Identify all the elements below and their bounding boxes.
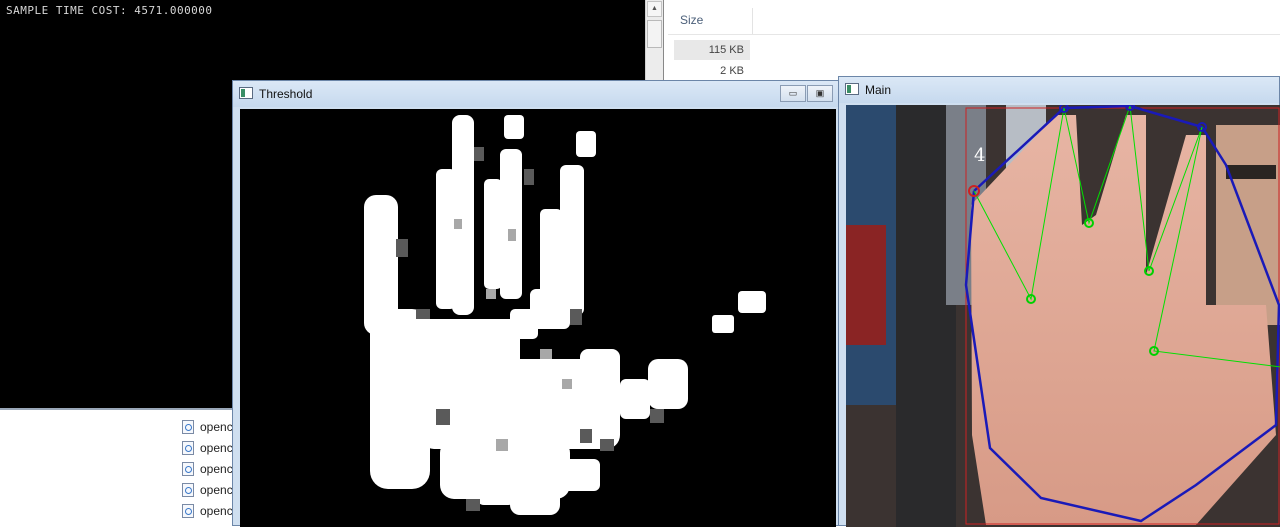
- hand-tracking-overlay: 4: [846, 105, 1280, 527]
- finger-count-label: 4: [974, 145, 985, 166]
- explorer-column-header: Size: [668, 8, 1280, 35]
- file-icon: [182, 483, 194, 497]
- file-icon: [182, 420, 194, 434]
- file-icon: [182, 462, 194, 476]
- window-icon: [239, 87, 253, 99]
- threshold-titlebar[interactable]: Threshold ▭ ▣: [233, 81, 841, 107]
- file-size-cell: 2 KB: [720, 65, 744, 77]
- threshold-window[interactable]: Threshold ▭ ▣: [232, 80, 842, 527]
- column-separator: [752, 8, 753, 34]
- size-column-header[interactable]: Size: [680, 13, 703, 27]
- scrollbar-thumb[interactable]: [647, 20, 662, 48]
- minimize-button[interactable]: ▭: [780, 85, 806, 102]
- file-size-cell: 115 KB: [674, 40, 750, 60]
- main-window[interactable]: Main 4: [838, 76, 1280, 527]
- scroll-up-icon[interactable]: ▲: [647, 1, 662, 17]
- file-name: openc: [200, 420, 233, 434]
- threshold-image: [240, 109, 836, 527]
- binary-hand-mask: [240, 109, 836, 527]
- console-output: SAMPLE TIME COST: 4571.000000: [6, 4, 213, 17]
- restore-button[interactable]: ▣: [807, 85, 833, 102]
- file-icon: [182, 504, 194, 518]
- window-title: Main: [865, 83, 892, 97]
- file-name: openc: [200, 504, 233, 518]
- window-icon: [845, 83, 859, 95]
- file-name: openc: [200, 462, 233, 476]
- window-title: Threshold: [259, 87, 313, 101]
- file-name: openc: [200, 483, 233, 497]
- file-name: openc: [200, 441, 233, 455]
- main-titlebar[interactable]: Main: [839, 77, 1279, 103]
- file-icon: [182, 441, 194, 455]
- camera-feed: 4: [846, 105, 1280, 527]
